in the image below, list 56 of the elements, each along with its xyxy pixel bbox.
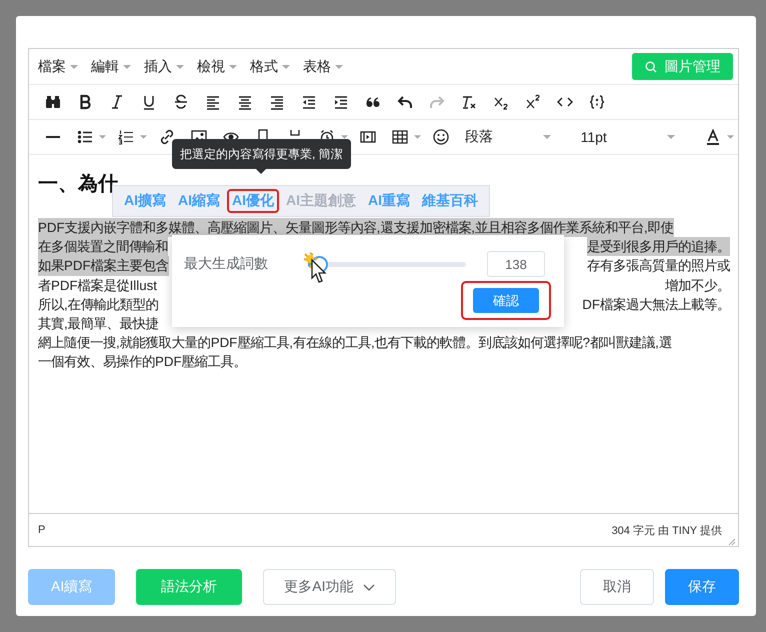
numbered-list-icon[interactable]	[118, 129, 134, 145]
tooltip: 把選定的內容寫得更專業, 簡潔	[172, 139, 351, 169]
emoji-icon[interactable]	[432, 129, 449, 145]
strike-icon[interactable]	[173, 94, 189, 110]
menu-item[interactable]: 格式	[250, 58, 290, 76]
paragraph-text: 如果PDF檔案主要包含	[38, 256, 169, 276]
undo-icon[interactable]	[397, 94, 413, 110]
tooltip-arrow	[256, 169, 266, 174]
outdent-icon[interactable]	[301, 94, 317, 110]
paragraph-text: 存有多張高質量的照片或	[587, 257, 730, 276]
link-icon[interactable]	[158, 129, 175, 145]
word-count-status: 304 字元 由 TINY 提供	[612, 524, 722, 538]
paragraph-text: 一個有效、易操作的PDF壓縮工具。	[38, 353, 247, 372]
paragraph-text: 在多個裝置之間傳輸和	[38, 237, 168, 256]
underline-icon[interactable]	[141, 94, 157, 110]
paragraph-text: 者PDF檔案是從Illust	[38, 276, 157, 295]
max-words-label: 最大生成詞數	[184, 255, 269, 273]
text-color-icon[interactable]	[704, 129, 721, 145]
paragraph-text: DF檔案過大無法上載等。	[582, 296, 730, 314]
find-icon[interactable]	[45, 94, 61, 110]
align-left-icon[interactable]	[205, 94, 221, 110]
superscript-icon[interactable]	[525, 94, 541, 110]
paragraph-text: 增加不少。	[665, 276, 730, 295]
value-input[interactable]: 138	[487, 251, 545, 277]
footer-button[interactable]: 保存	[665, 569, 739, 605]
align-right-icon[interactable]	[269, 94, 285, 110]
footer-button[interactable]: 取消	[580, 569, 654, 605]
align-center-icon[interactable]	[237, 94, 253, 110]
caret-icon	[666, 135, 675, 139]
bullet-list-icon[interactable]	[77, 129, 93, 145]
paragraph-text: 其實,最簡單、最快捷	[38, 314, 159, 333]
paragraph-text: 是受到很多用戶的追捧。	[587, 237, 730, 256]
paragraph-text: 所以,在傳輸此類型的	[38, 296, 159, 314]
clear-format-icon[interactable]	[461, 94, 477, 110]
menu-item[interactable]: 編輯	[91, 58, 131, 76]
paragraph-text: 網上隨便一搜,就能獲取大量的PDF壓縮工具,有在線的工具,也有下載的軟體。到底該如何選擇呢?都叫獸建議,選	[38, 334, 672, 352]
font-size-select[interactable]: 11pt	[580, 129, 675, 145]
template-icon[interactable]	[589, 94, 605, 110]
menu-item[interactable]: 檔案	[38, 58, 78, 76]
table-icon[interactable]	[392, 129, 408, 145]
chevron-down-icon	[363, 584, 376, 590]
search-icon	[644, 60, 656, 72]
block-format-select[interactable]: 段落	[464, 128, 551, 146]
menu-item[interactable]: 檢視	[197, 58, 237, 76]
caret-icon	[542, 135, 551, 139]
media-icon[interactable]	[360, 129, 376, 145]
heading: 一、為什	[38, 172, 118, 197]
menu-item[interactable]: 插入	[144, 58, 184, 76]
indent-icon[interactable]	[333, 94, 349, 110]
confirm-button[interactable]: 確認	[473, 288, 539, 313]
more-ai-dropdown[interactable]: 更多AI功能	[263, 569, 396, 605]
element-path[interactable]: P	[38, 524, 46, 536]
resize-handle-icon[interactable]	[728, 538, 736, 546]
paragraph-text: PDF支援內嵌字體和多媒體、高壓縮圖片、矢量圖形等內容,還支援加密檔案,並且相容多個作業系統和平台,即使	[38, 218, 674, 238]
italic-icon[interactable]	[109, 94, 125, 110]
menu-item[interactable]: 表格	[303, 58, 343, 76]
